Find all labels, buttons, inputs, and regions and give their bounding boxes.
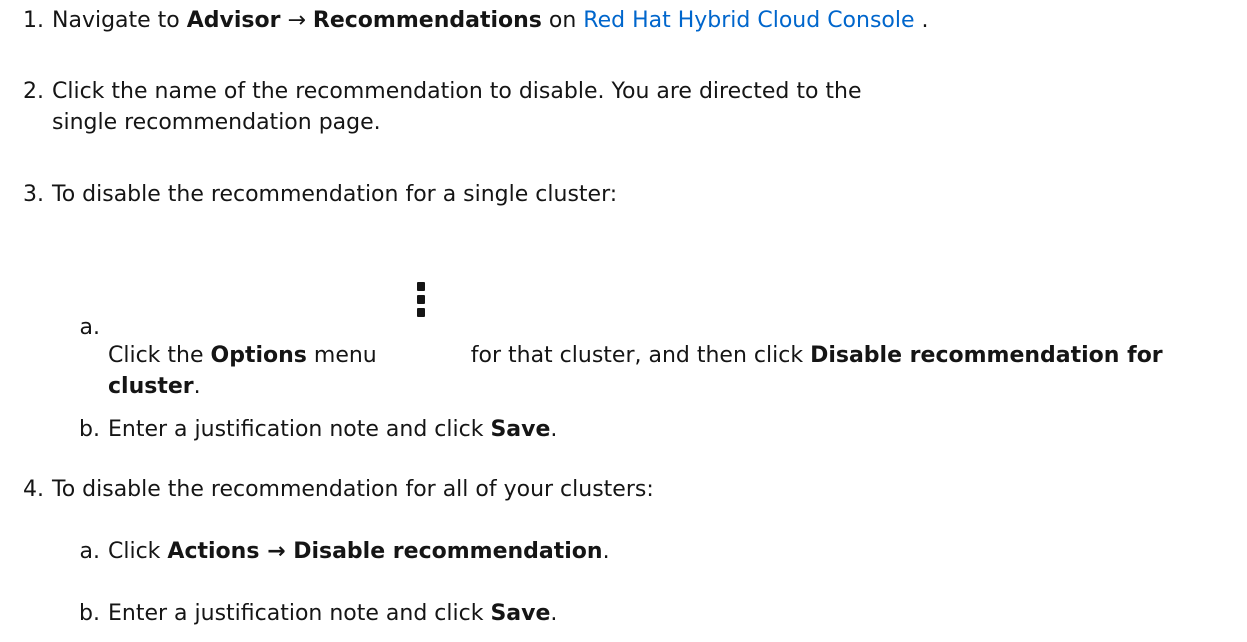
substep-letter: a. [79, 315, 100, 340]
substep-text: Enter a justification note and click Sav… [108, 598, 1227, 629]
substep-letter: a. [79, 539, 100, 564]
substep-prefix: Click the [108, 343, 211, 368]
substep-middle: for that cluster, and then click [470, 343, 811, 368]
step-text-suffix: . [914, 8, 929, 33]
substep-suffix: . [602, 539, 610, 564]
arrow-glyph: → [259, 539, 294, 564]
substep-text: Click Actions → Disable recommendation. [108, 536, 1227, 567]
step-text: Navigate to Advisor → Recommendations on… [52, 5, 1227, 36]
advisor-term: Advisor [186, 8, 281, 33]
substep-prefix: Enter a justification note and click [108, 417, 491, 442]
step-number: 4. [23, 477, 44, 502]
step-text-prefix: Navigate to [52, 8, 187, 33]
substep-menu-word: menu [306, 343, 377, 368]
step-number: 3. [23, 182, 44, 207]
step-text: To disable the recommendation for a sing… [52, 182, 618, 207]
substep-text: Click the Options menu for that cluster, … [108, 282, 1238, 402]
disable-recommendation-term: Disable recommendation [293, 539, 603, 564]
procedure-list: 1. Navigate to Advisor → Recommendations… [0, 0, 1247, 642]
options-term: Options [210, 343, 307, 368]
arrow-glyph: → [287, 8, 306, 33]
save-term: Save [490, 601, 551, 626]
hybrid-cloud-console-link[interactable]: Red Hat Hybrid Cloud Console [583, 8, 914, 33]
step-text-on: on [541, 8, 584, 33]
substep-letter: b. [79, 417, 100, 442]
save-term: Save [490, 417, 551, 442]
substep-suffix: . [550, 417, 558, 442]
step-text: To disable the recommendation for all of… [52, 477, 654, 502]
recommendations-term: Recommendations [312, 8, 542, 33]
substep-prefix: Click [108, 539, 168, 564]
substep-letter: b. [79, 601, 100, 626]
substep-text: Enter a justification note and click Sav… [108, 414, 1227, 445]
step-text: Click the name of the recommendation to … [52, 79, 862, 135]
actions-term: Actions [167, 539, 260, 564]
step-number: 1. [23, 8, 44, 33]
kebab-menu-icon [403, 282, 441, 336]
step-number: 2. [23, 79, 44, 104]
substep-prefix: Enter a justification note and click [108, 601, 491, 626]
substep-suffix: . [193, 374, 201, 399]
substep-suffix: . [550, 601, 558, 626]
